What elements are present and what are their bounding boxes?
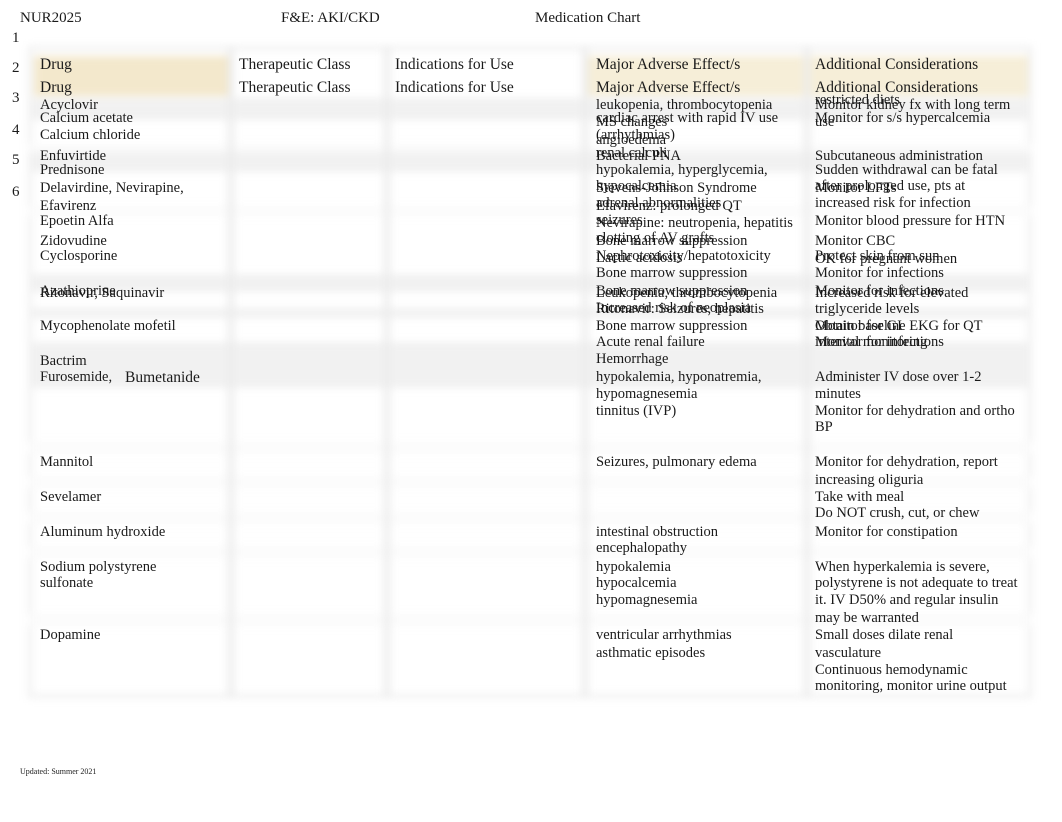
adverse-effect: hypomagnesemia [596,386,698,402]
consideration: When hyperkalemia is severe, [815,559,990,575]
drug-name: Bumetanide [125,369,200,386]
adverse-effect: ventricular arrhythmias [596,627,732,643]
consideration: Increased risk for elevated [815,285,969,301]
drug-name: Furosemide, [40,369,113,385]
adverse-effect: intestinal obstruction [596,524,719,540]
course-code: NUR2025 [20,10,82,26]
consideration: monitoring, monitor urine output [815,678,1007,694]
drug-name: Prednisone [40,162,105,178]
drug-name: Sevelamer [40,489,102,505]
adverse-effect: Nevirapine: neutropenia, hepatitis [596,215,793,231]
column-divider [228,46,234,698]
consideration: Administer IV dose over 1-2 [815,369,982,385]
consideration: triglyceride levels [815,301,920,317]
drug-name: sulfonate [40,575,94,591]
row-band [28,546,1032,558]
consideration: minutes [815,386,861,402]
line-number: 1 [12,30,20,46]
column-divider [804,46,810,698]
column-header-indications: Indications for Use [395,56,514,73]
adverse-effect: Stevens-Johnson Syndrome [596,180,757,196]
consideration: may be warranted [815,610,919,626]
adverse-effect: hypokalemia, hyponatremia, [596,369,762,385]
adverse-effect: hypokalemia, hyperglycemia, [596,162,768,178]
column-header-class: Therapeutic Class [239,56,351,73]
drug-name: Calcium chloride [40,127,141,143]
adverse-effect: Hemorrhage [596,351,669,367]
adverse-effect: hypomagnesemia [596,592,698,608]
drug-name: Efavirenz [40,198,97,214]
line-number: 4 [12,122,20,138]
column-header-adverse: Major Adverse Effect/s [596,79,741,96]
drug-name: Mycophenolate mofetil [40,318,176,334]
line-number: 3 [12,90,20,106]
consideration: Monitor for GI [815,318,902,334]
adverse-effect: tinnitus (IVP) [596,403,677,419]
drug-name: Delavirdine, Nevirapine, [40,180,184,196]
line-number: 2 [12,60,20,76]
drug-name: Dopamine [40,627,101,643]
adverse-effect: Bone marrow suppression [596,318,748,334]
adverse-effect: Lactic acidosis [596,250,683,266]
drug-name: Ritonavir, Saquinavir [40,285,165,301]
adverse-effect: encephalopathy [596,540,687,556]
consideration: Continuous hemodynamic [815,662,968,678]
drug-name: Cyclosporine [40,248,118,264]
consideration: Monitor for s/s hypercalcemia [815,110,991,126]
adverse-effect: Ritonavir: Seizures, hepatitis [596,301,764,317]
consideration: Take with meal [815,489,905,505]
consideration: increased risk for infection [815,195,971,211]
adverse-effect: hypokalemia [596,559,671,575]
consideration: Monitor for dehydration and ortho [815,403,1015,419]
consideration: polystyrene is not adequate to treat [815,575,1018,591]
consideration: Monitor for constipation [815,524,958,540]
drug-name: Calcium acetate [40,110,133,126]
column-divider [384,46,390,698]
drug-name: Mannitol [40,454,94,470]
column-header-adverse: Major Adverse Effect/s [596,56,741,73]
consideration: interval monitoring [815,334,928,350]
updated-note: Updated: Summer 2021 [20,767,97,776]
drug-name: Bactrim [40,353,87,369]
adverse-effect: Bone marrow suppression [596,233,748,249]
adverse-effect: Seizures, pulmonary edema [596,454,757,470]
consideration: it. IV D50% and regular insulin [815,592,999,608]
consideration: increasing oliguria [815,472,924,488]
column-header-drug: Drug [40,56,72,73]
consideration: Sudden withdrawal can be fatal [815,162,998,178]
consideration: Monitor for infections [815,265,944,281]
drug-name: Sodium polystyrene [40,559,157,575]
column-header-indications: Indications for Use [395,79,514,96]
topic-title: F&E: AKI/CKD [281,10,380,26]
consideration: Monitor blood pressure for HTN [815,213,1006,229]
column-header-class: Therapeutic Class [239,79,351,96]
column-header-considerations: Additional Considerations [815,56,979,73]
consideration: Monitor CBC [815,233,896,249]
consideration: vasculature [815,645,882,661]
line-number: 5 [12,152,20,168]
row-band [28,442,1032,454]
drug-name: Zidovudine [40,233,107,249]
consideration: Small doses dilate renal [815,627,954,643]
consideration: Do NOT crush, cut, or chew [815,505,980,521]
column-divider [582,46,588,698]
column-header-drug: Drug [40,79,72,96]
adverse-effect: Leukopenia, thrombocytopenia [596,285,778,301]
adverse-effect: Bone marrow suppression [596,265,748,281]
document-title: Medication Chart [535,10,641,26]
drug-name: Aluminum hydroxide [40,524,166,540]
line-number: 6 [12,184,20,200]
consideration: Monitor for dehydration, report [815,454,998,470]
adverse-effect: Acute renal failure [596,334,705,350]
drug-name: Epoetin Alfa [40,213,114,229]
adverse-effect: hypocalcemia [596,575,677,591]
consideration: Monitor LFTs [815,180,897,196]
consideration: BP [815,419,833,435]
adverse-effect: asthmatic episodes [596,645,706,661]
